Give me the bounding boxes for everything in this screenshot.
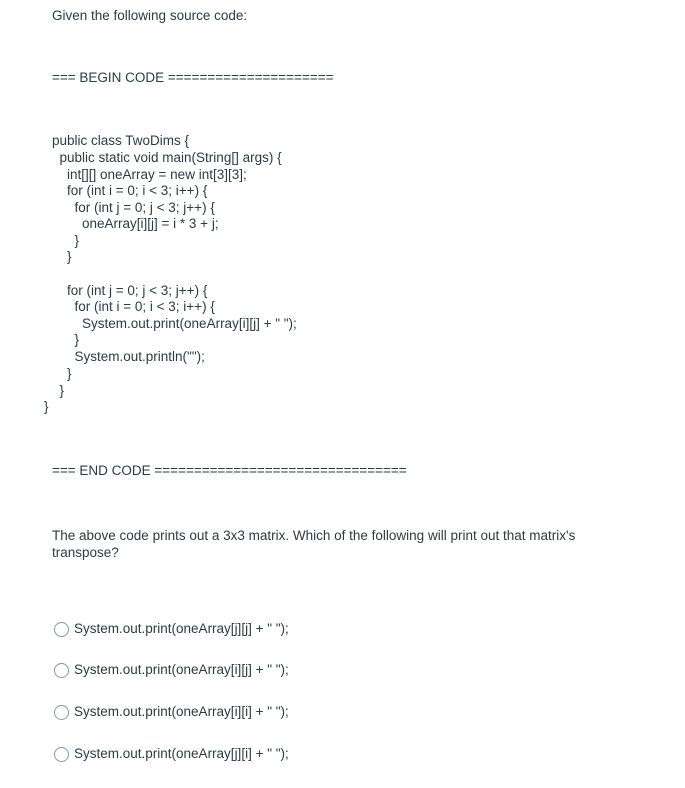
- code-line: }: [52, 383, 65, 398]
- radio-button[interactable]: [54, 704, 69, 720]
- radio-button[interactable]: [54, 621, 69, 637]
- end-code-marker: === END CODE ===========================…: [52, 463, 407, 478]
- code-line: System.out.print(oneArray[i][j] + " ");: [52, 316, 297, 331]
- code-line: }: [44, 399, 49, 414]
- code-line: }: [52, 249, 72, 264]
- code-line: for (int i = 0; i < 3; i++) {: [52, 183, 208, 198]
- code-line: for (int j = 0; j < 3; j++) {: [52, 200, 215, 215]
- code-line: for (int i = 0; i < 3; i++) {: [52, 299, 215, 314]
- option-label: System.out.print(oneArray[i][j] + " ");: [74, 662, 289, 677]
- code-line: }: [52, 233, 80, 248]
- radio-button[interactable]: [54, 746, 69, 762]
- answer-option-2[interactable]: System.out.print(oneArray[i][j] + " ");: [54, 662, 289, 678]
- code-line: public class TwoDims {: [52, 133, 190, 148]
- question-text: The above code prints out a 3x3 matrix. …: [52, 528, 576, 560]
- code-line: oneArray[i][j] = i * 3 + j;: [52, 216, 219, 231]
- code-line: System.out.println("");: [52, 349, 205, 364]
- answer-option-1[interactable]: System.out.print(oneArray[j][j] + " ");: [54, 621, 289, 637]
- begin-code-marker: === BEGIN CODE =====================: [52, 70, 334, 85]
- option-label: System.out.print(oneArray[j][i] + " ");: [74, 746, 289, 761]
- intro-text: Given the following source code:: [52, 8, 248, 23]
- code-line: }: [52, 332, 80, 347]
- answer-option-3[interactable]: System.out.print(oneArray[i][i] + " ");: [54, 704, 289, 720]
- code-line: int[][] oneArray = new int[3][3];: [52, 167, 247, 182]
- code-line: public static void main(String[] args) {: [52, 150, 282, 165]
- code-line: for (int j = 0; j < 3; j++) {: [52, 283, 208, 298]
- answer-option-4[interactable]: System.out.print(oneArray[j][i] + " ");: [54, 746, 289, 762]
- option-label: System.out.print(oneArray[j][j] + " ");: [74, 621, 289, 636]
- option-label: System.out.print(oneArray[i][i] + " ");: [74, 704, 289, 719]
- code-line: }: [52, 366, 72, 381]
- radio-button[interactable]: [54, 662, 69, 678]
